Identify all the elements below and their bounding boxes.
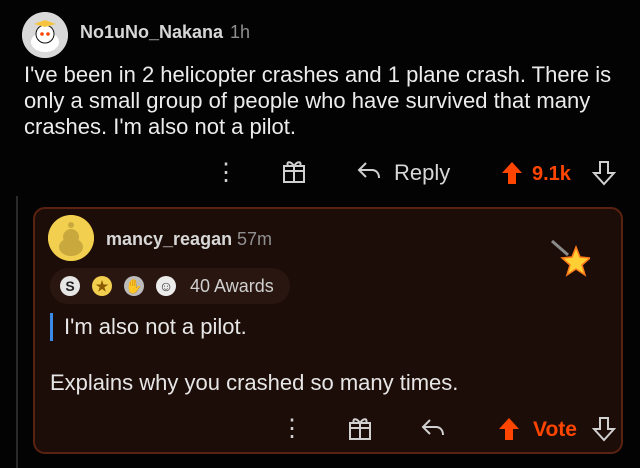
upvote-icon[interactable]: [500, 160, 524, 191]
reply-button[interactable]: Reply: [356, 160, 450, 187]
downvote-icon[interactable]: [591, 416, 617, 447]
helpful-award-icon: ★: [92, 276, 112, 296]
awards-count: 40 Awards: [190, 276, 274, 296]
quote-bar: [50, 313, 53, 341]
more-options-icon[interactable]: ⋮: [214, 158, 238, 187]
comment-username[interactable]: No1uNo_Nakana: [80, 22, 223, 43]
silver-award-icon: S: [60, 276, 80, 296]
downvote-icon[interactable]: [591, 160, 617, 191]
upvote-icon[interactable]: [497, 416, 521, 447]
comment-body: I've been in 2 helicopter crashes and 1 …: [24, 62, 612, 139]
vote-label: Vote: [533, 418, 577, 441]
star-award-icon: [550, 237, 592, 282]
awards-pill[interactable]: S ★ ✋ ☺ 40 Awards: [50, 268, 290, 304]
comment-timestamp: 1h: [230, 22, 251, 42]
reply-body: Explains why you crashed so many times.: [50, 370, 459, 395]
reply-arrow-icon[interactable]: [420, 417, 446, 444]
hug-award-icon: ✋: [124, 276, 144, 296]
user-avatar[interactable]: [22, 12, 68, 58]
more-options-icon[interactable]: ⋮: [280, 414, 304, 443]
gift-award-icon[interactable]: [282, 158, 306, 189]
wholesome-award-icon: ☺: [156, 276, 176, 296]
reply-username[interactable]: mancy_reagan: [106, 229, 232, 250]
reply-quote: I'm also not a pilot.: [64, 314, 247, 339]
gift-award-icon[interactable]: [348, 415, 372, 446]
thread-line[interactable]: [16, 196, 18, 468]
comment-score: 9.1k: [532, 163, 571, 185]
reply-user-avatar[interactable]: [48, 215, 94, 261]
reply-arrow-icon: [357, 162, 380, 179]
reply-label: Reply: [394, 160, 451, 185]
reply-timestamp: 57m: [237, 229, 273, 249]
comment-action-bar: ⋮ Reply 9.1k: [0, 150, 640, 196]
